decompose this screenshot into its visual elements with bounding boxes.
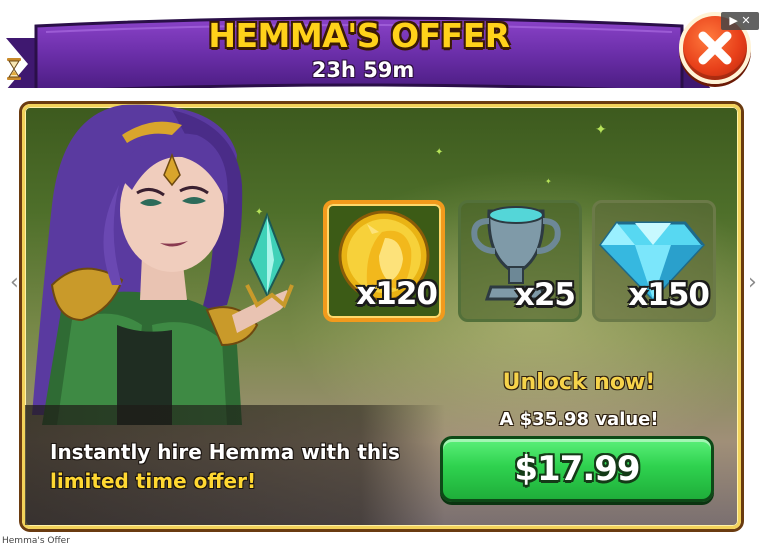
chevron-left-icon[interactable]: ‹ bbox=[10, 270, 19, 295]
offer-title: HEMMA'S OFFER bbox=[208, 16, 510, 55]
sparkle-icon: ✦ bbox=[435, 147, 444, 158]
unlock-now-label: Unlock now! bbox=[502, 370, 656, 395]
trophies-quantity: x25 bbox=[514, 277, 576, 313]
offer-item-gems: x150 bbox=[592, 200, 716, 322]
hero-tokens-quantity: x120 bbox=[356, 276, 438, 312]
description-line-2: limited time offer! bbox=[50, 469, 257, 493]
timer-text: 23h 59m bbox=[311, 58, 415, 82]
hemma-hero-portrait bbox=[22, 95, 322, 429]
sparkle-icon: ✦ bbox=[545, 177, 552, 186]
offer-item-trophies: x25 bbox=[458, 200, 582, 322]
price-label: $17.99 bbox=[514, 449, 640, 489]
gems-quantity: x150 bbox=[628, 277, 710, 313]
ad-choices-badge[interactable]: ▶ ✕ bbox=[721, 12, 759, 30]
chevron-right-icon[interactable]: › bbox=[748, 270, 757, 295]
close-icon bbox=[698, 31, 732, 65]
offer-description: Instantly hire Hemma with this limited t… bbox=[50, 438, 430, 496]
offer-timer: 23h 59m bbox=[6, 58, 712, 82]
description-line-1: Instantly hire Hemma with this bbox=[50, 440, 400, 464]
offer-item-hero-tokens: x120 bbox=[323, 200, 445, 322]
purchase-button[interactable]: $17.99 bbox=[440, 436, 714, 502]
image-caption: Hemma's Offer bbox=[2, 536, 70, 546]
sparkle-icon: ✦ bbox=[595, 122, 607, 138]
offer-value-label: A $35.98 value! bbox=[499, 409, 659, 430]
offer-banner: HEMMA'S OFFER 23h 59m bbox=[6, 8, 712, 88]
